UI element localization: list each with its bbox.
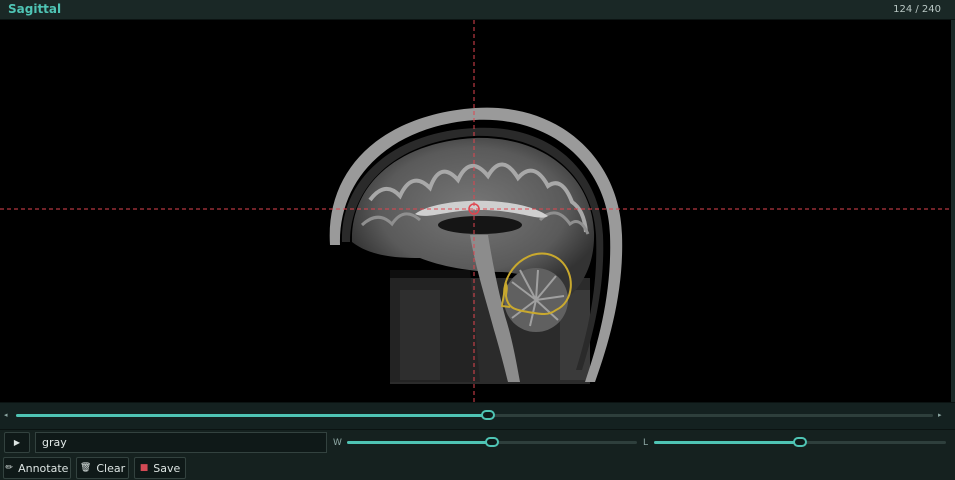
level-slider-fill — [654, 441, 800, 444]
scrub-right-arrow-icon[interactable]: ▸ — [938, 412, 942, 419]
annotate-button-label: Annotate — [18, 461, 69, 475]
scrub-left-arrow-icon[interactable]: ◂ — [4, 412, 8, 419]
window-label: W — [333, 438, 342, 448]
clear-button[interactable]: 🗑 Clear — [76, 457, 129, 479]
viewer-header: Sagittal 124 / 240 — [0, 0, 955, 20]
pencil-icon: ✏ — [5, 463, 14, 473]
level-slider-thumb[interactable] — [793, 437, 807, 447]
play-button[interactable]: ▶ — [4, 432, 30, 453]
save-button-label: Save — [153, 461, 181, 475]
clear-button-label: Clear — [96, 461, 126, 475]
view-title: Sagittal — [8, 2, 62, 16]
slice-scrubber[interactable]: ◂ ▸ — [0, 402, 955, 430]
mri-canvas[interactable] — [0, 20, 951, 402]
window-slider-fill — [347, 441, 492, 444]
window-slider-thumb[interactable] — [485, 437, 499, 447]
slice-slider-thumb[interactable] — [481, 410, 495, 420]
colormap-input[interactable] — [35, 432, 327, 453]
slice-track-fill — [16, 414, 488, 417]
annotate-button[interactable]: ✏ Annotate — [3, 457, 71, 479]
image-viewport[interactable] — [0, 20, 955, 402]
trash-icon: 🗑 — [79, 463, 92, 473]
level-slider[interactable] — [654, 437, 946, 447]
slice-counter: 124 / 240 — [893, 4, 941, 15]
floppy-disk-icon: ■ — [139, 463, 149, 473]
window-slider[interactable] — [347, 437, 637, 447]
slice-track[interactable] — [16, 410, 933, 420]
save-button[interactable]: ■ Save — [134, 457, 186, 479]
level-label: L — [643, 438, 649, 448]
play-icon: ▶ — [13, 438, 21, 447]
